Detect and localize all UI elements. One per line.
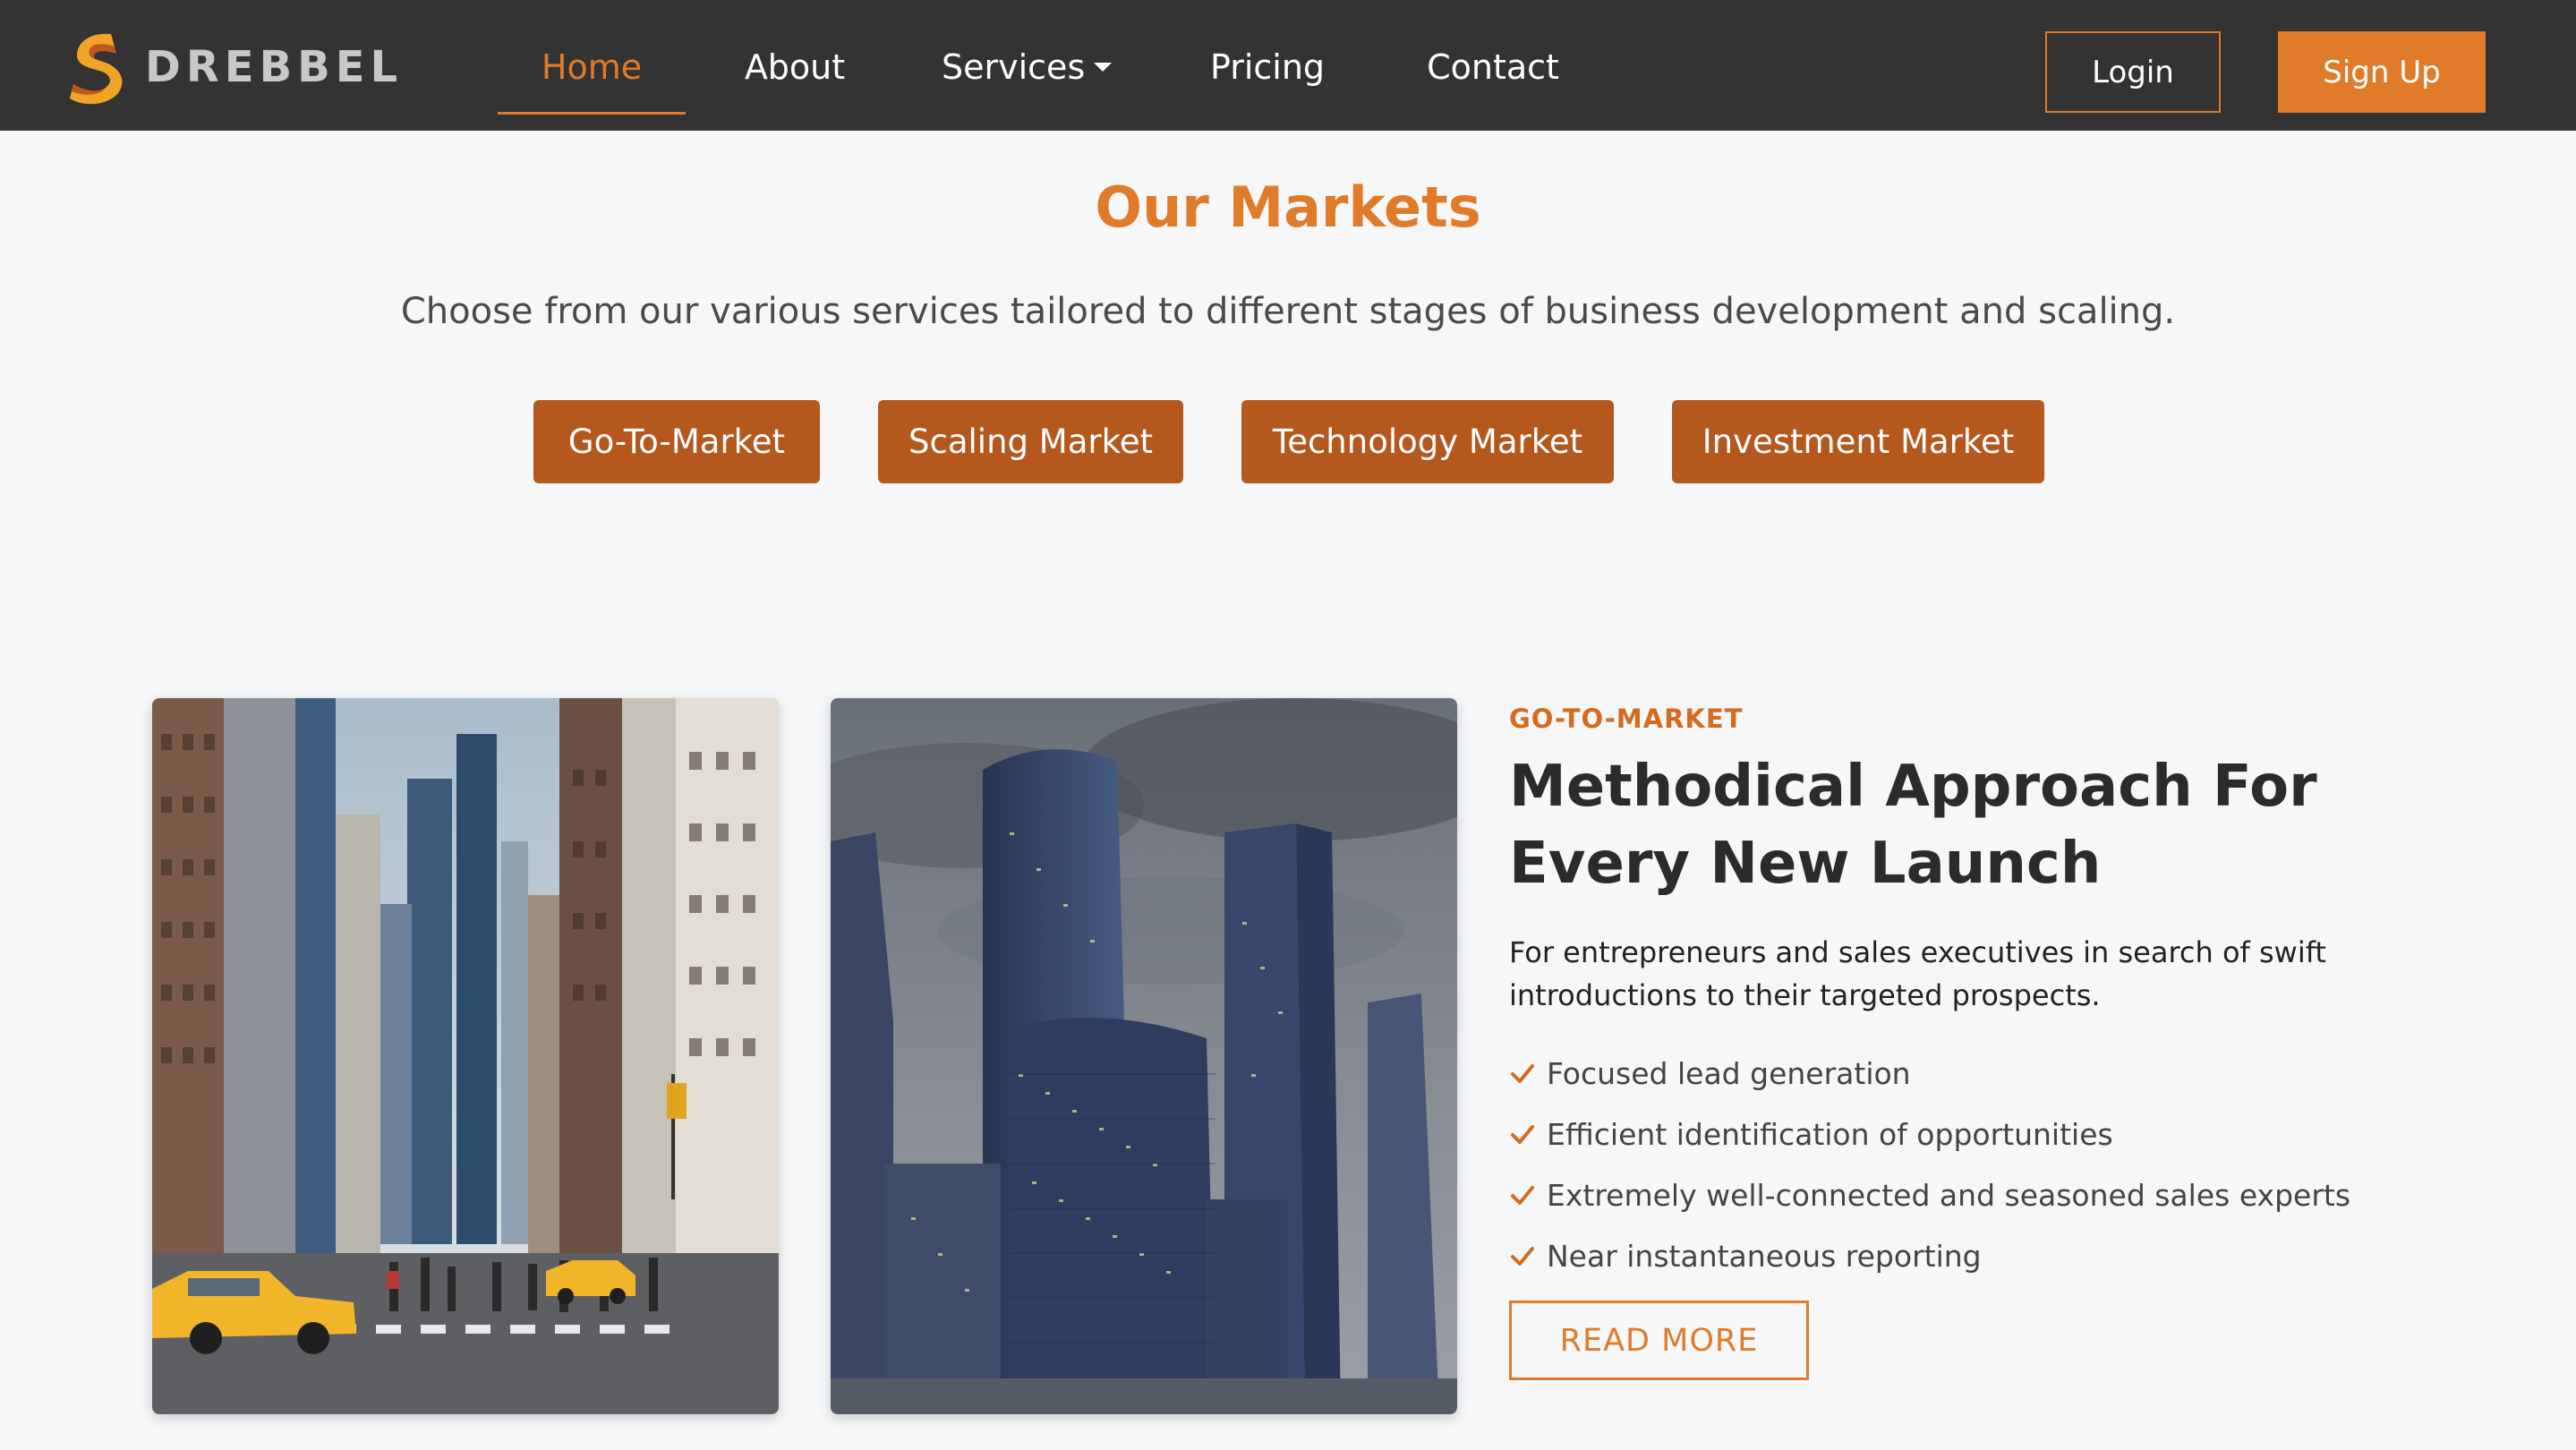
login-button[interactable]: Login [2045, 31, 2221, 113]
navbar: DREBBEL Home About Services Pricing Cont… [0, 0, 2576, 131]
nav-contact[interactable]: Contact [1420, 45, 1566, 90]
feature-list-item-text: Efficient identification of opportunitie… [1547, 1116, 2113, 1152]
city-street-photo-icon [152, 698, 779, 1414]
nav-home[interactable]: Home [498, 45, 686, 90]
feature-list-item: Efficient identification of opportunitie… [1509, 1104, 2350, 1164]
check-icon [1511, 1247, 1534, 1266]
check-icon [1511, 1125, 1534, 1144]
feature-description: For entrepreneurs and sales executives i… [1509, 935, 2326, 1012]
brand-name: DREBBEL [145, 42, 404, 92]
markets-subtitle: Choose from our various services tailore… [400, 291, 2176, 332]
nav-services-label: Services [942, 47, 1086, 87]
feature-list-item-text: Focused lead generation [1547, 1055, 1911, 1091]
feature-list: Focused lead generation Efficient identi… [1509, 1043, 2350, 1286]
nav-services[interactable]: Services [942, 45, 1113, 90]
caret-down-icon [1094, 62, 1113, 72]
feature-list-item: Near instantaneous reporting [1509, 1225, 2350, 1286]
technology-market-button[interactable]: Technology Market [1241, 400, 1614, 483]
drebbel-logo-icon [70, 33, 123, 105]
markets-title: Our Markets [1095, 175, 1481, 240]
feature-list-item: Focused lead generation [1509, 1043, 2350, 1104]
read-more-button[interactable]: READ MORE [1509, 1301, 1809, 1380]
skyscrapers-image [831, 698, 1457, 1414]
nav-pricing[interactable]: Pricing [1199, 45, 1335, 90]
scaling-market-button[interactable]: Scaling Market [878, 400, 1183, 483]
nav-about[interactable]: About [732, 45, 857, 90]
skyscrapers-photo-icon [831, 698, 1457, 1414]
signup-button[interactable]: Sign Up [2278, 31, 2486, 113]
check-icon [1511, 1186, 1534, 1205]
go-to-market-button[interactable]: Go-To-Market [533, 400, 820, 483]
feature-title: Methodical Approach For Every New Launch [1509, 754, 2317, 897]
check-icon [1511, 1064, 1534, 1083]
brand-logo-link[interactable]: DREBBEL [64, 27, 403, 107]
feature-list-item-text: Near instantaneous reporting [1547, 1238, 1982, 1274]
investment-market-button[interactable]: Investment Market [1672, 400, 2044, 483]
city-street-image [152, 698, 779, 1414]
feature-list-item-text: Extremely well-connected and seasoned sa… [1547, 1177, 2351, 1213]
feature-eyebrow: GO-TO-MARKET [1509, 704, 1744, 734]
nav-home-underline [498, 112, 686, 115]
feature-list-item: Extremely well-connected and seasoned sa… [1509, 1164, 2350, 1225]
